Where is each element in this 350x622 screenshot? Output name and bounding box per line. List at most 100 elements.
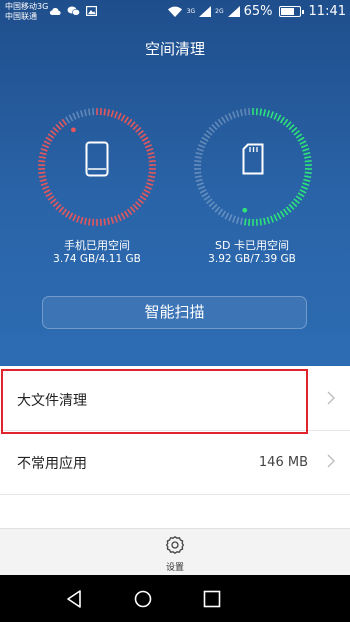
phone-gauge-tick: [83, 109, 87, 117]
sd-gauge-tick: [297, 192, 305, 198]
sd-gauge-tick: [270, 111, 274, 119]
phone-storage-label: 手机已用空间: [64, 239, 130, 252]
carrier-1: 中国移动3G: [5, 2, 49, 11]
sd-gauge-tick: [232, 215, 236, 223]
sd-storage-value: 3.92 GB/7.39 GB: [208, 253, 296, 265]
phone-gauge-tick: [139, 195, 147, 201]
selection-highlight: [1, 369, 308, 434]
phone-gauge-tick: [117, 112, 122, 120]
phone-gauge-tick: [129, 206, 136, 213]
phone-gauge-tick: [103, 218, 107, 226]
sd-gauge-tick: [239, 217, 243, 225]
wifi-icon: [167, 6, 182, 17]
phone-gauge-tick: [146, 182, 154, 186]
page-title: 空间清理: [144, 40, 205, 58]
phone-gauge-tick: [147, 151, 155, 156]
sd-gauge-tick: [295, 195, 303, 201]
settings-button[interactable]: 设置: [145, 529, 205, 575]
phone-gauge-tick: [87, 108, 91, 116]
sd-gauge-tick: [194, 155, 202, 159]
phone-gauge-tick: [114, 215, 118, 223]
phone-gauge-tick: [43, 189, 51, 194]
sd-gauge-tick: [291, 126, 298, 133]
phone-storage-value: 3.74 GB/4.11 GB: [53, 253, 141, 265]
back-icon[interactable]: [64, 588, 86, 610]
phone-gauge-tick: [87, 218, 91, 226]
sd-gauge-tick: [232, 111, 236, 119]
sd-storage-gauge: [193, 107, 313, 227]
chevron-right-icon: [327, 391, 335, 405]
sd-gauge-tick: [304, 175, 312, 179]
phone-gauge-tick: [38, 175, 46, 179]
phone-gauge-tick: [38, 160, 46, 163]
sd-gauge-tick: [224, 212, 230, 220]
sd-gauge-tick: [276, 212, 282, 220]
phone-gauge-tick: [65, 210, 71, 218]
list-item-unused-apps[interactable]: 不常用应用 146 MB: [0, 431, 350, 493]
smart-scan-button[interactable]: 智能扫描: [42, 296, 307, 329]
phone-gauge-tick: [144, 185, 153, 190]
sd-gauge-tick: [201, 136, 209, 142]
sd-gauge-indicator-dot: [242, 207, 248, 213]
signal-icon-2: [227, 6, 240, 17]
sd-gauge-tick: [228, 214, 233, 222]
phone-gauge-tick: [39, 151, 47, 156]
phone-gauge-tick: [58, 206, 65, 213]
sd-gauge-tick: [203, 133, 211, 139]
phone-gauge-tick: [137, 130, 144, 136]
sd-gauge-tick: [302, 148, 310, 152]
gear-icon: [165, 536, 185, 554]
sd-gauge-tick: [293, 198, 300, 204]
phone-gauge-tick: [144, 144, 153, 149]
sd-gauge-tick: [199, 189, 207, 194]
status-right: 3G 2G 65% 11:41: [167, 4, 346, 19]
clock: 11:41: [308, 4, 346, 19]
sd-gauge-tick: [239, 109, 243, 117]
sd-gauge-tick: [194, 175, 202, 179]
sd-gauge-tick: [300, 185, 309, 190]
phone-gauge-tick: [107, 109, 111, 117]
sd-gauge-tick: [279, 210, 285, 218]
phone-gauge-tick: [135, 201, 142, 208]
home-icon[interactable]: [132, 588, 154, 610]
sd-gauge-tick: [285, 206, 292, 213]
navigation-bar: [0, 575, 350, 622]
sd-gauge-tick: [243, 108, 247, 116]
sd-gauge-tick: [291, 201, 298, 208]
sd-gauge-tick: [194, 160, 202, 163]
list-item-value: 146 MB: [258, 455, 308, 470]
sd-gauge-tick: [214, 206, 221, 213]
sd-gauge-tick: [221, 210, 227, 218]
sd-gauge-tick: [214, 121, 221, 128]
phone-gauge-tick: [55, 203, 62, 210]
sd-storage-label: SD 卡已用空间: [215, 239, 289, 252]
sd-gauge-tick: [282, 208, 289, 216]
phone-gauge-tick: [38, 155, 46, 159]
sd-gauge-tick: [206, 130, 213, 136]
storage-hero: 中国移动3G 中国联通 3G 2G 65% 11:41 空间清理 手机已用空间 …: [0, 0, 350, 366]
phone-gauge-tick: [120, 212, 126, 220]
sd-gauge-tick: [235, 216, 240, 224]
sd-gauge-tick: [297, 136, 305, 142]
phone-gauge-tick: [58, 121, 65, 128]
sd-gauge-tick: [259, 108, 263, 116]
phone-gauge-tick: [76, 215, 80, 223]
sd-gauge-tick: [266, 110, 271, 118]
sd-gauge-tick: [208, 126, 215, 133]
phone-gauge-tick: [41, 144, 50, 149]
sd-gauge-tick: [259, 218, 263, 226]
sd-gauge-tick: [273, 112, 278, 120]
sd-gauge-tick: [197, 144, 206, 149]
sd-gauge-tick: [203, 195, 211, 201]
carrier-2: 中国联通: [5, 12, 37, 21]
phone-gauge-tick: [110, 216, 115, 224]
phone-gauge-tick: [148, 155, 156, 159]
sd-gauge-tick: [263, 109, 267, 117]
status-bar: 中国移动3G 中国联通 3G 2G 65% 11:41: [0, 0, 350, 26]
sd-gauge-tick: [194, 171, 202, 174]
bottom-toolbar: 设置: [0, 528, 350, 575]
phone-gauge-tick: [79, 216, 84, 224]
phone-gauge-tick: [148, 171, 156, 174]
notification-icons: [49, 6, 97, 16]
recent-apps-icon[interactable]: [201, 588, 223, 610]
